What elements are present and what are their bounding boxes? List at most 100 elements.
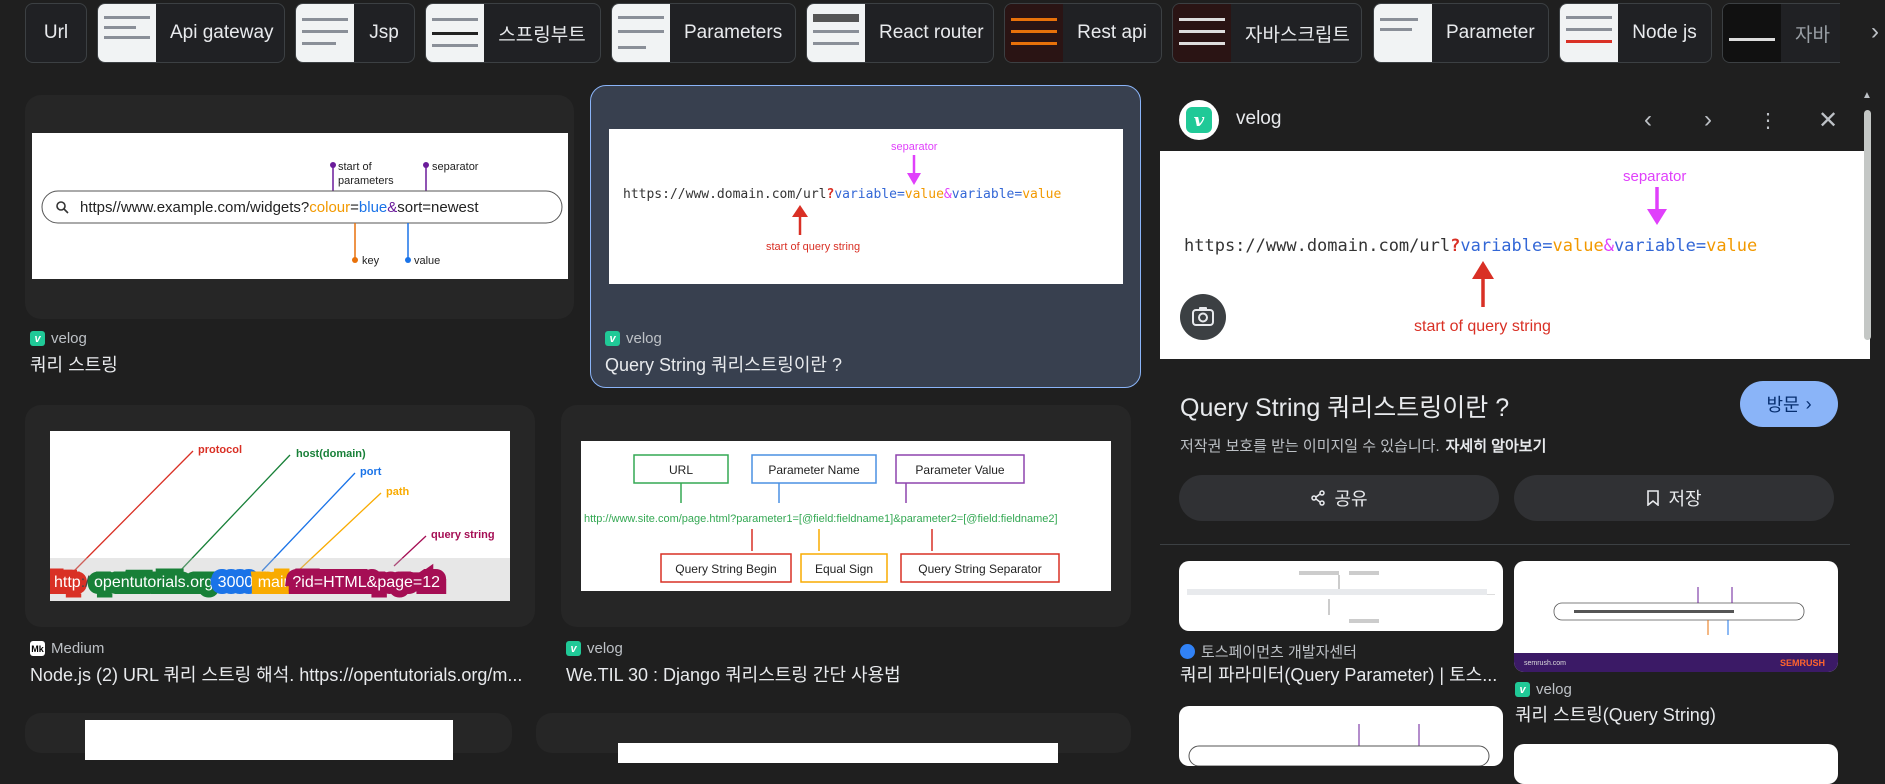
label-value: value: [414, 255, 440, 267]
close-icon[interactable]: ✕: [1812, 104, 1844, 136]
label-separator: separator: [891, 141, 938, 153]
chip-label: Api gateway: [170, 22, 274, 43]
chip-jsp[interactable]: Jsp: [295, 3, 415, 63]
chip-url[interactable]: Url: [25, 3, 87, 63]
source-name: Medium: [51, 640, 105, 657]
svg-text:https//www.example.com/widgets: https//www.example.com/widgets?colour=bl…: [80, 199, 479, 216]
url-val2: value: [1706, 236, 1757, 256]
url-amp: &: [944, 187, 952, 202]
velog-icon: v: [30, 331, 45, 346]
velog-icon: v: [1515, 682, 1530, 697]
chip-java[interactable]: 자바: [1722, 3, 1840, 63]
panel-scrollbar[interactable]: ▲: [1862, 90, 1872, 747]
share-button[interactable]: 공유: [1179, 475, 1499, 521]
url-value: blue: [359, 199, 387, 216]
related-image-3[interactable]: [1179, 706, 1503, 766]
result-card-2-selected[interactable]: separator https://www.domain.com/url?var…: [590, 85, 1141, 388]
result-card-3[interactable]: protocol host(domain) port path query st…: [25, 405, 535, 627]
scrollbar-thumb[interactable]: [1864, 110, 1871, 340]
related-title-2[interactable]: 쿼리 스트링(Query String): [1515, 701, 1840, 727]
lens-icon: [1192, 307, 1214, 326]
chip-rest-api[interactable]: Rest api: [1004, 3, 1162, 63]
related-image-1[interactable]: [1179, 561, 1503, 631]
save-label: 저장: [1668, 489, 1702, 509]
save-button[interactable]: 저장: [1514, 475, 1834, 521]
url-query: ?id=HTML&page=12: [292, 574, 440, 591]
url-rest: sort=newest: [397, 199, 479, 216]
chip-api-gateway[interactable]: Api gateway: [97, 3, 285, 63]
learn-more-link[interactable]: 자세히 알아보기: [1446, 438, 1547, 455]
related-source-2[interactable]: v velog: [1515, 681, 1572, 698]
chevron-left-icon[interactable]: ‹: [1632, 104, 1664, 136]
url-amp: &: [387, 199, 397, 216]
velog-icon: v: [1186, 107, 1212, 133]
chip-label: Rest api: [1077, 22, 1147, 43]
panel-preview-image[interactable]: separator https://www.domain.com/url?var…: [1160, 151, 1870, 359]
chip-label: 자바: [1795, 24, 1830, 46]
label-start-qs: start of query string: [766, 241, 860, 253]
lens-search-button[interactable]: [1180, 294, 1226, 340]
label-protocol: protocol: [198, 444, 242, 456]
result-title-1[interactable]: 쿼리 스트링: [30, 351, 570, 377]
url-q: ?: [1450, 236, 1460, 256]
result-source-4[interactable]: v velog: [566, 640, 623, 657]
chip-parameters[interactable]: Parameters: [611, 3, 796, 63]
visit-button[interactable]: 방문 ›: [1740, 381, 1838, 427]
chevron-right-icon[interactable]: ›: [1871, 18, 1879, 46]
velog-logo[interactable]: v: [1179, 100, 1219, 140]
result-title-4[interactable]: We.TIL 30 : Django 쿼리스트링 간단 사용법: [566, 661, 1106, 687]
url-var2: variable: [1614, 236, 1696, 256]
chevron-right-icon[interactable]: ›: [1692, 104, 1724, 136]
panel-title[interactable]: Query String 쿼리스트링이란 ?: [1180, 388, 1509, 424]
related-title-1[interactable]: 쿼리 파라미터(Query Parameter) | 토스...: [1180, 661, 1505, 687]
result-card-1[interactable]: start of parameters separator https//www…: [25, 95, 574, 319]
chip-javascript[interactable]: 자바스크립트: [1172, 3, 1362, 63]
chip-thumbnail: [296, 4, 354, 62]
copyright-text: 저작권 보호를 받는 이미지일 수 있습니다.: [1180, 438, 1440, 455]
url-eq: =: [350, 199, 359, 216]
share-icon: [1311, 490, 1326, 506]
chip-label: Jsp: [369, 22, 399, 43]
svg-text:https://www.domain.com/url?var: https://www.domain.com/url? variable = valu…: [1184, 236, 1757, 256]
result-image: start of parameters separator https//www…: [32, 133, 568, 279]
result-source-1[interactable]: v velog: [30, 330, 87, 347]
result-card-5[interactable]: [25, 713, 512, 760]
chip-spring-boot[interactable]: 스프링부트: [425, 3, 601, 63]
chip-thumbnail: [807, 4, 865, 62]
divider: [1160, 544, 1850, 545]
copyright-notice: 저작권 보호를 받는 이미지일 수 있습니다. 자세히 알아보기: [1180, 435, 1546, 456]
url-base: https://www.domain.com/url: [1184, 236, 1450, 256]
result-title-2[interactable]: Query String 쿼리스트링이란 ?: [605, 351, 1135, 377]
chip-react-router[interactable]: React router: [806, 3, 994, 63]
box-qs-separator: Query String Separator: [918, 562, 1041, 576]
more-vert-icon[interactable]: ⋮: [1752, 104, 1784, 136]
related-search-chips: Url Api gateway Jsp 스프링부트 Parameters Rea…: [0, 0, 1885, 66]
box-equal-sign: Equal Sign: [815, 562, 873, 576]
url-base: https//www.example.com/widgets?: [80, 199, 309, 216]
bookmark-icon: [1647, 490, 1660, 506]
panel-site-name[interactable]: velog: [1236, 108, 1281, 130]
chip-node-js[interactable]: Node js: [1559, 3, 1712, 63]
chip-label: 자바스크립트: [1245, 24, 1350, 46]
share-label: 공유: [1334, 489, 1368, 509]
url-eq1: =: [1542, 236, 1552, 256]
scroll-up-icon[interactable]: ▲: [1862, 90, 1872, 101]
url-path: main: [258, 574, 293, 591]
source-name: 토스페이먼츠 개발자센터: [1201, 644, 1357, 661]
url-q: ?: [827, 187, 835, 202]
box-param-name: Parameter Name: [768, 463, 860, 477]
chip-label: Parameter: [1446, 22, 1535, 43]
box-param-value: Parameter Value: [915, 463, 1004, 477]
result-card-6[interactable]: [536, 713, 1131, 763]
chip-parameter[interactable]: Parameter: [1373, 3, 1549, 63]
related-image-2[interactable]: semrush.com SEMRUSH: [1514, 561, 1838, 672]
result-source-2[interactable]: v velog: [605, 330, 662, 347]
chip-label: React router: [879, 22, 984, 43]
url-host: opentutorials.org: [94, 574, 213, 591]
related-source-1[interactable]: 토스페이먼츠 개발자센터: [1180, 641, 1357, 662]
result-source-3[interactable]: Mk Medium: [30, 640, 104, 657]
result-title-3[interactable]: Node.js (2) URL 쿼리 스트링 해석. https://opent…: [30, 661, 530, 687]
related-image-4[interactable]: [1514, 744, 1838, 784]
result-card-4[interactable]: URL Parameter Name Parameter Value http:…: [561, 405, 1131, 627]
chip-thumbnail: [1173, 4, 1231, 62]
